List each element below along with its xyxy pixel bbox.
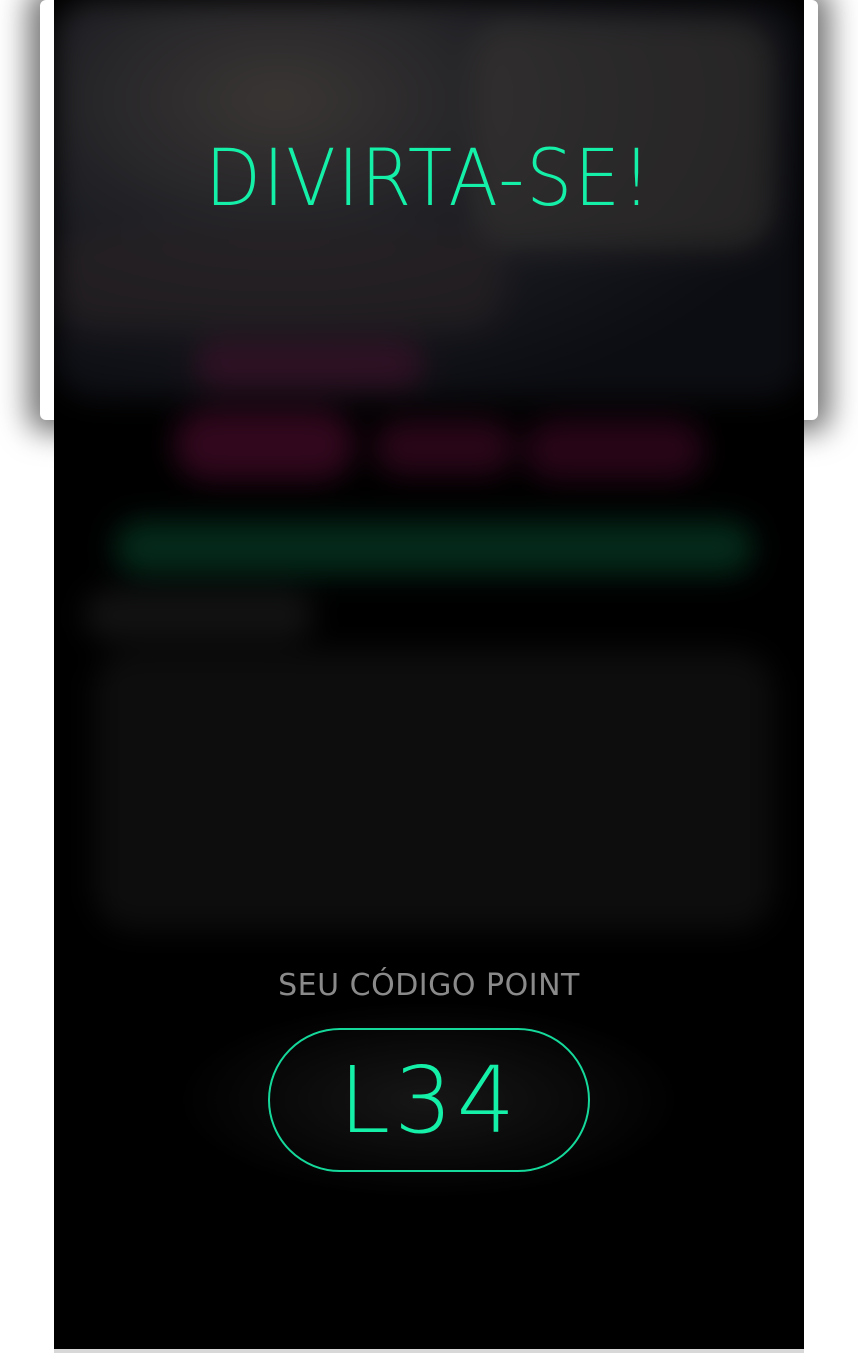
blurred-button	[174, 410, 354, 480]
code-badge: L34	[268, 1028, 590, 1172]
code-label: SEU CÓDIGO POINT	[278, 968, 580, 1003]
blurred-green-bar	[114, 520, 754, 575]
app-screen: DIVIRTA-SE! SEU CÓDIGO POINT L34	[54, 0, 804, 1350]
blurred-hero-lower	[54, 230, 504, 330]
bottom-divider	[54, 1349, 804, 1353]
blurred-hero-accent	[194, 340, 424, 390]
blurred-button	[524, 420, 704, 480]
blurred-button	[374, 420, 514, 475]
page-title: DIVIRTA-SE!	[205, 134, 653, 224]
blurred-text-block	[94, 650, 774, 930]
blurred-heading	[84, 590, 314, 640]
code-value: L34	[338, 1046, 520, 1154]
